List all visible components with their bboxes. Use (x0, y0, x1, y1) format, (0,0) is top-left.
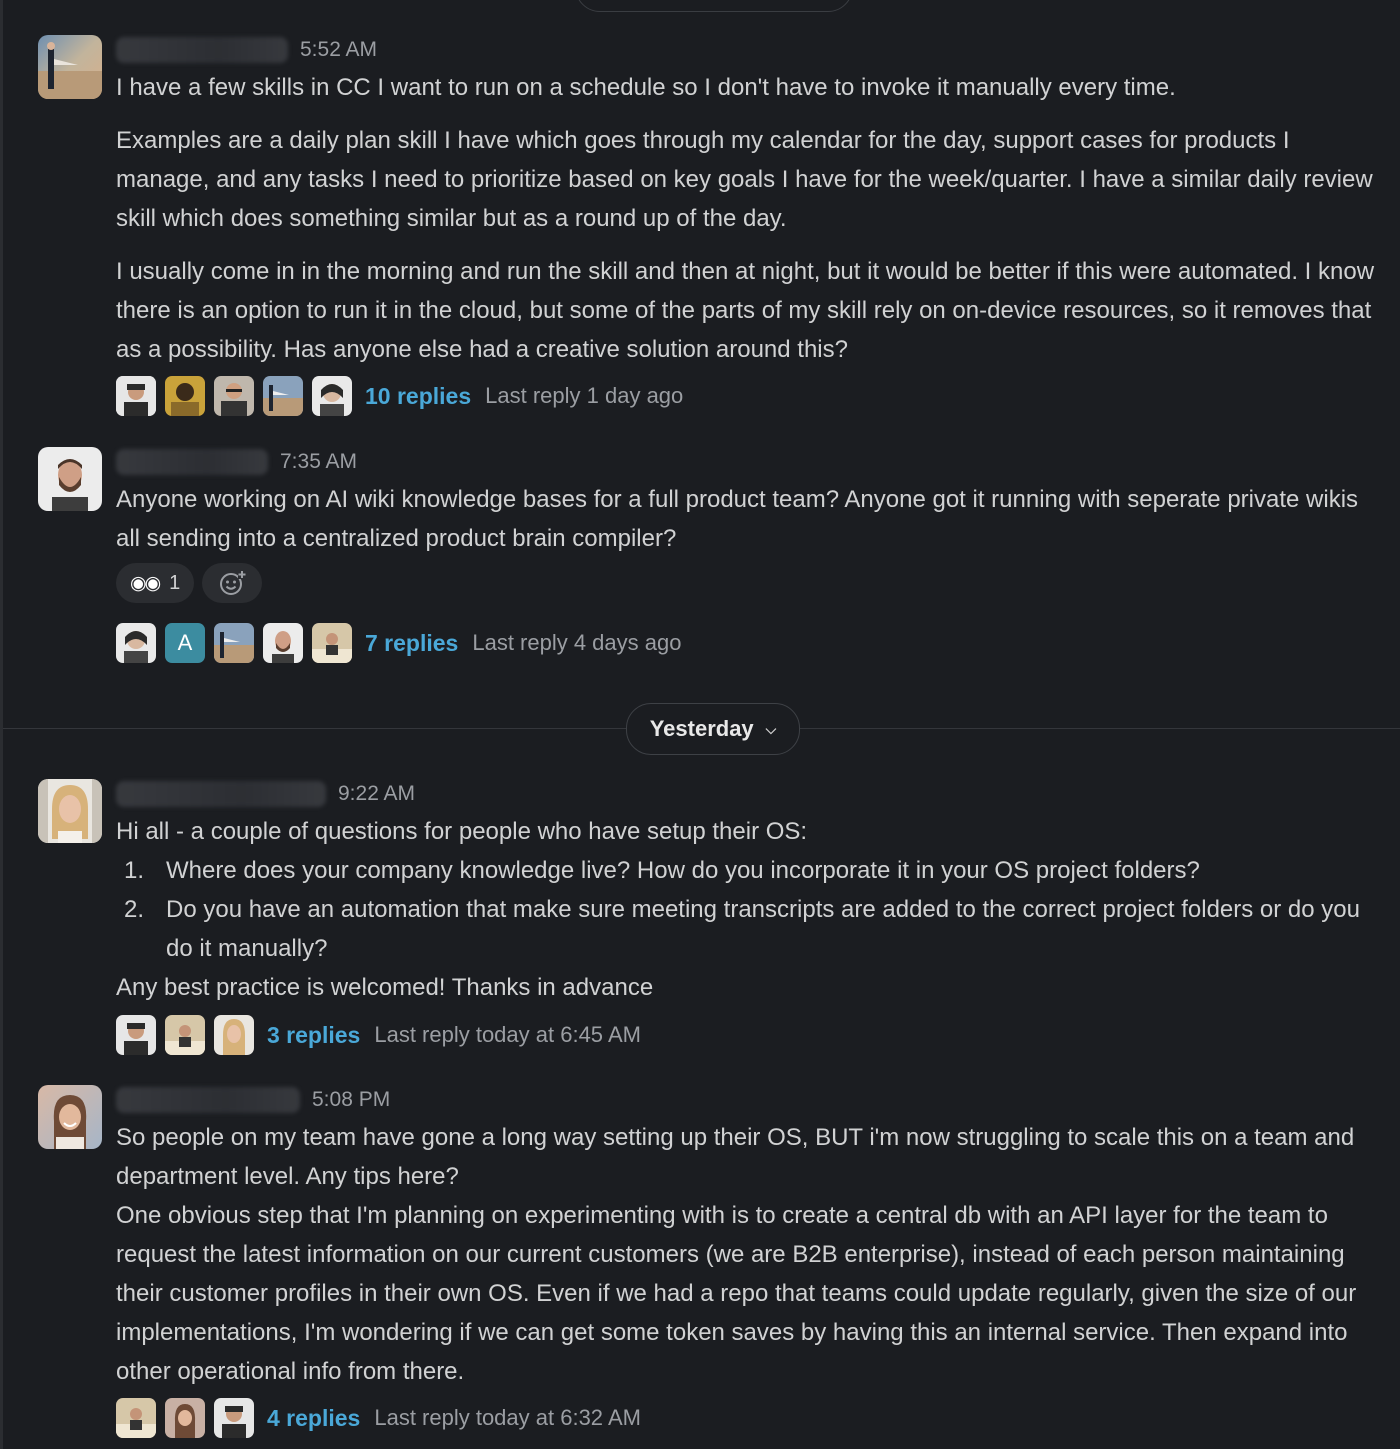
list-item: 2. Do you have an automation that make su… (116, 890, 1386, 968)
day-label: Yesterday (649, 716, 754, 741)
participant-avatar (116, 376, 156, 416)
message-paragraph: I usually come in in the morning and run… (116, 258, 1375, 363)
thread-summary[interactable]: 4 replies Last reply today at 6:32 AM (116, 1396, 641, 1440)
reactions-bar: ◉◉ 1 (116, 563, 263, 603)
author-name-blurred[interactable] (116, 781, 326, 807)
replies-link[interactable]: 7 replies (365, 630, 458, 657)
eyes-icon: ◉◉ (130, 572, 161, 594)
avatar[interactable] (38, 1085, 102, 1149)
author-name-blurred[interactable] (116, 1087, 300, 1113)
last-reply-text: Last reply today at 6:45 AM (374, 1022, 641, 1047)
replies-link[interactable]: 10 replies (365, 383, 471, 410)
message-paragraph: Any best practice is welcomed! Thanks in… (116, 974, 654, 1001)
participant-avatar (116, 623, 156, 663)
reaction-count: 1 (169, 571, 181, 594)
message-body: Hi all - a couple of questions for peopl… (116, 812, 1386, 1007)
participant-avatar (116, 1398, 156, 1438)
participant-avatar (165, 376, 205, 416)
message-body: I have a few skills in CC I want to run … (116, 68, 1386, 369)
timestamp[interactable]: 5:08 PM (312, 1088, 390, 1112)
message-header: 5:52 AM (116, 35, 377, 65)
participant-avatar (214, 1398, 254, 1438)
timestamp[interactable]: 9:22 AM (338, 782, 415, 806)
last-reply-text: Last reply today at 6:32 AM (374, 1405, 641, 1430)
list-number: 2. (124, 896, 145, 923)
chevron-down-icon: ⌵ (765, 720, 777, 737)
participant-avatar (214, 376, 254, 416)
participant-avatar (116, 1015, 156, 1055)
author-name-blurred[interactable] (116, 37, 288, 63)
avatar[interactable] (38, 447, 102, 511)
list-item: 1. Where does your company knowledge live… (116, 851, 1386, 890)
participant-avatar (312, 623, 352, 663)
participant-avatar (214, 623, 254, 663)
message-paragraph: So people on my team have gone a long wa… (116, 1124, 1355, 1190)
message-paragraph: Examples are a daily plan skill I have w… (116, 127, 1373, 232)
message-paragraph: I have a few skills in CC I want to run … (116, 74, 1176, 101)
reaction-eyes[interactable]: ◉◉ 1 (116, 563, 195, 603)
day-divider-pill-top[interactable] (575, 0, 853, 12)
add-reaction-button[interactable] (202, 563, 263, 603)
replies-link[interactable]: 3 replies (267, 1022, 360, 1049)
message-body: So people on my team have gone a long wa… (116, 1118, 1386, 1391)
list-item-text: Where does your company knowledge live? … (166, 857, 1200, 884)
participant-avatar (263, 376, 303, 416)
participant-avatar (263, 623, 303, 663)
author-name-blurred[interactable] (116, 449, 268, 475)
message-paragraph: Anyone working on AI wiki knowledge base… (116, 486, 1359, 552)
message-header: 9:22 AM (116, 779, 415, 809)
list-number: 1. (124, 857, 145, 884)
thread-summary[interactable]: A 7 replies Last reply 4 days ago (116, 621, 681, 665)
add-emoji-icon (220, 571, 247, 595)
day-divider-button[interactable]: Yesterday ⌵ (626, 703, 800, 755)
participant-avatar (214, 1015, 254, 1055)
participant-avatar-letter: A (165, 623, 205, 663)
avatar[interactable] (38, 35, 102, 99)
thread-summary[interactable]: 10 replies Last reply 1 day ago (116, 374, 683, 418)
message-body: Anyone working on AI wiki knowledge base… (116, 480, 1386, 558)
message-header: 7:35 AM (116, 447, 357, 477)
list-item-text: Do you have an automation that make sure… (166, 896, 1360, 962)
avatar[interactable] (38, 779, 102, 843)
last-reply-text: Last reply 1 day ago (485, 383, 684, 408)
timestamp[interactable]: 7:35 AM (280, 450, 357, 474)
thread-summary[interactable]: 3 replies Last reply today at 6:45 AM (116, 1013, 641, 1057)
message-paragraph: Hi all - a couple of questions for peopl… (116, 818, 808, 845)
replies-link[interactable]: 4 replies (267, 1405, 360, 1432)
message-paragraph: One obvious step that I'm planning on ex… (116, 1202, 1357, 1385)
participant-avatar (165, 1398, 205, 1438)
last-reply-text: Last reply 4 days ago (472, 630, 682, 655)
timestamp[interactable]: 5:52 AM (300, 38, 377, 62)
message-header: 5:08 PM (116, 1085, 390, 1115)
numbered-list: 1. Where does your company knowledge live… (116, 851, 1386, 968)
participant-avatar (165, 1015, 205, 1055)
participant-avatar (312, 376, 352, 416)
left-border (0, 0, 3, 1449)
